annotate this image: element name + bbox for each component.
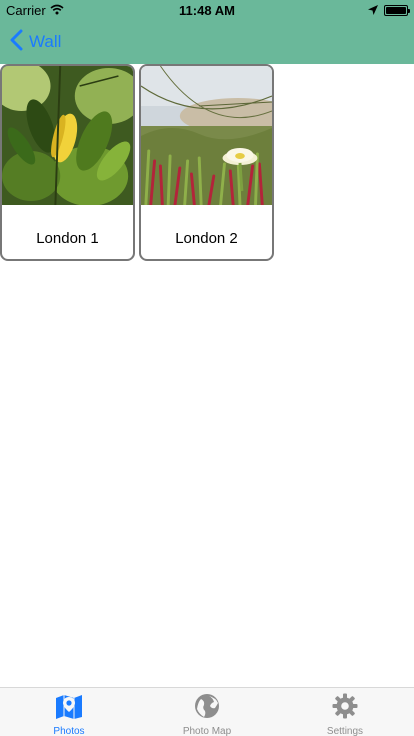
photo-card-label: London 2 (175, 230, 238, 247)
battery-fill (386, 7, 406, 14)
photo-card-london-2[interactable]: London 2 (139, 64, 274, 261)
status-bar: Carrier 11:48 AM (0, 0, 414, 20)
map-pin-icon (55, 693, 83, 724)
battery-icon (384, 5, 410, 16)
globe-icon (194, 693, 220, 724)
tab-settings[interactable]: Settings (276, 688, 414, 736)
photo-thumbnail (141, 66, 272, 205)
tab-photos[interactable]: Photos (0, 688, 138, 736)
tab-settings-label: Settings (326, 726, 364, 736)
tab-photo-map[interactable]: Photo Map (138, 688, 276, 736)
back-button[interactable]: Wall (10, 29, 62, 56)
chevron-left-icon (10, 29, 23, 56)
status-right (368, 3, 410, 18)
back-button-label: Wall (29, 32, 62, 51)
location-arrow-icon (368, 3, 378, 18)
gear-icon (332, 693, 358, 724)
navigation-header: Carrier 11:48 AM Wall (0, 0, 414, 64)
photo-card-label: London 1 (36, 230, 99, 247)
tab-bar: Photos Photo Map Settings (0, 687, 414, 736)
tab-photos-label: Photos (53, 726, 85, 736)
photo-card-london-1[interactable]: London 1 (0, 64, 135, 261)
tab-photo-map-label: Photo Map (182, 726, 232, 736)
status-time: 11:48 AM (179, 3, 235, 18)
photo-thumbnail (2, 66, 133, 205)
